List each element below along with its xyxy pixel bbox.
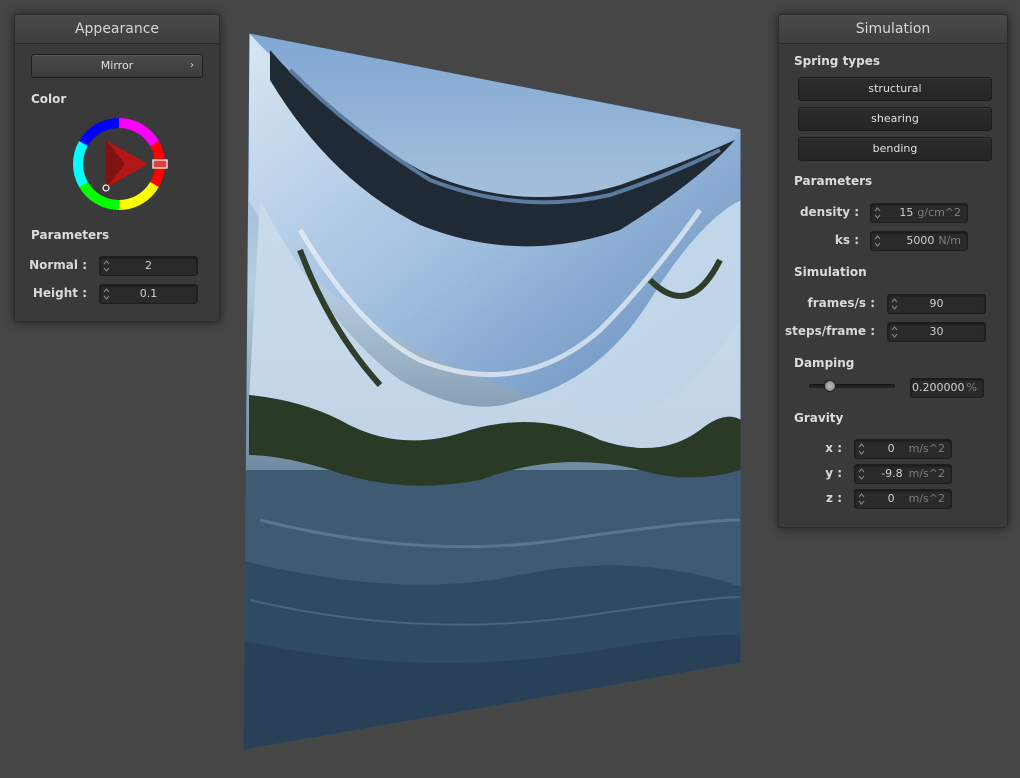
shader-select-button[interactable]: Mirror › (31, 54, 203, 78)
gravity-label: Gravity (794, 411, 844, 425)
density-label: density : (799, 205, 859, 219)
normal-value: 2 (145, 259, 152, 272)
shearing-toggle-button[interactable]: shearing (798, 107, 992, 131)
appearance-parameters-label: Parameters (31, 228, 110, 242)
steps-value: 30 (929, 325, 944, 338)
damping-value: 0.200000 (912, 381, 965, 394)
normal-input[interactable]: 2 (99, 256, 198, 276)
fps-label: frames/s : (807, 296, 875, 310)
damping-unit: % (966, 381, 977, 394)
color-section-label: Color (31, 92, 67, 106)
gravity-z-label: z : (826, 491, 842, 505)
damping-slider[interactable] (809, 379, 895, 393)
updown-spinner-icon[interactable] (874, 234, 881, 248)
simulation-section-label: Simulation (794, 265, 867, 279)
gravity-x-unit: m/s^2 (908, 442, 945, 455)
simulation-panel: Simulation Spring types structural shear… (778, 14, 1008, 528)
steps-label: steps/frame : (785, 324, 875, 338)
gravity-y-value: -9.8 (881, 467, 903, 480)
steps-input[interactable]: 30 (887, 322, 986, 342)
shader-select-label: Mirror (100, 59, 134, 72)
ks-unit: N/m (938, 234, 961, 247)
density-unit: g/cm^2 (917, 206, 961, 219)
height-value: 0.1 (139, 287, 158, 300)
ks-input[interactable]: 5000 N/m (870, 231, 968, 251)
gravity-y-input[interactable]: -9.8 m/s^2 (854, 464, 952, 484)
color-wheel[interactable] (69, 114, 169, 214)
sim-parameters-label: Parameters (794, 174, 873, 188)
gravity-x-label: x : (825, 441, 842, 455)
gravity-z-unit: m/s^2 (908, 492, 945, 505)
gravity-y-unit: m/s^2 (908, 467, 945, 480)
appearance-panel: Appearance Mirror › Color Parameters Nor… (14, 14, 220, 322)
fps-value: 90 (929, 297, 944, 310)
gravity-z-input[interactable]: 0 m/s^2 (854, 489, 952, 509)
normal-label: Normal : (29, 258, 87, 272)
gravity-x-input[interactable]: 0 m/s^2 (854, 439, 952, 459)
appearance-panel-title[interactable]: Appearance (15, 15, 219, 44)
fps-input[interactable]: 90 (887, 294, 986, 314)
damping-slider-track (809, 384, 895, 388)
structural-toggle-button[interactable]: structural (798, 77, 992, 101)
density-input[interactable]: 15 g/cm^2 (870, 203, 968, 223)
spring-types-label: Spring types (794, 54, 881, 68)
damping-label: Damping (794, 356, 855, 370)
gravity-z-value: 0 (887, 492, 895, 505)
updown-spinner-icon[interactable] (858, 467, 865, 481)
cloth-mesh (243, 33, 741, 750)
simulation-panel-title[interactable]: Simulation (779, 15, 1007, 44)
damping-slider-knob[interactable] (823, 380, 836, 392)
ks-value: 5000 (906, 234, 935, 247)
bending-toggle-button[interactable]: bending (798, 137, 992, 161)
updown-spinner-icon[interactable] (874, 206, 881, 220)
updown-spinner-icon[interactable] (858, 442, 865, 456)
gravity-y-label: y : (825, 466, 842, 480)
updown-spinner-icon[interactable] (858, 492, 865, 506)
height-input[interactable]: 0.1 (99, 284, 198, 304)
chevron-right-icon: › (190, 60, 194, 71)
density-value: 15 (899, 206, 914, 219)
gravity-x-value: 0 (887, 442, 895, 455)
height-label: Height : (32, 286, 87, 300)
ks-label: ks : (834, 233, 859, 247)
damping-input[interactable]: 0.200000% (910, 378, 984, 398)
